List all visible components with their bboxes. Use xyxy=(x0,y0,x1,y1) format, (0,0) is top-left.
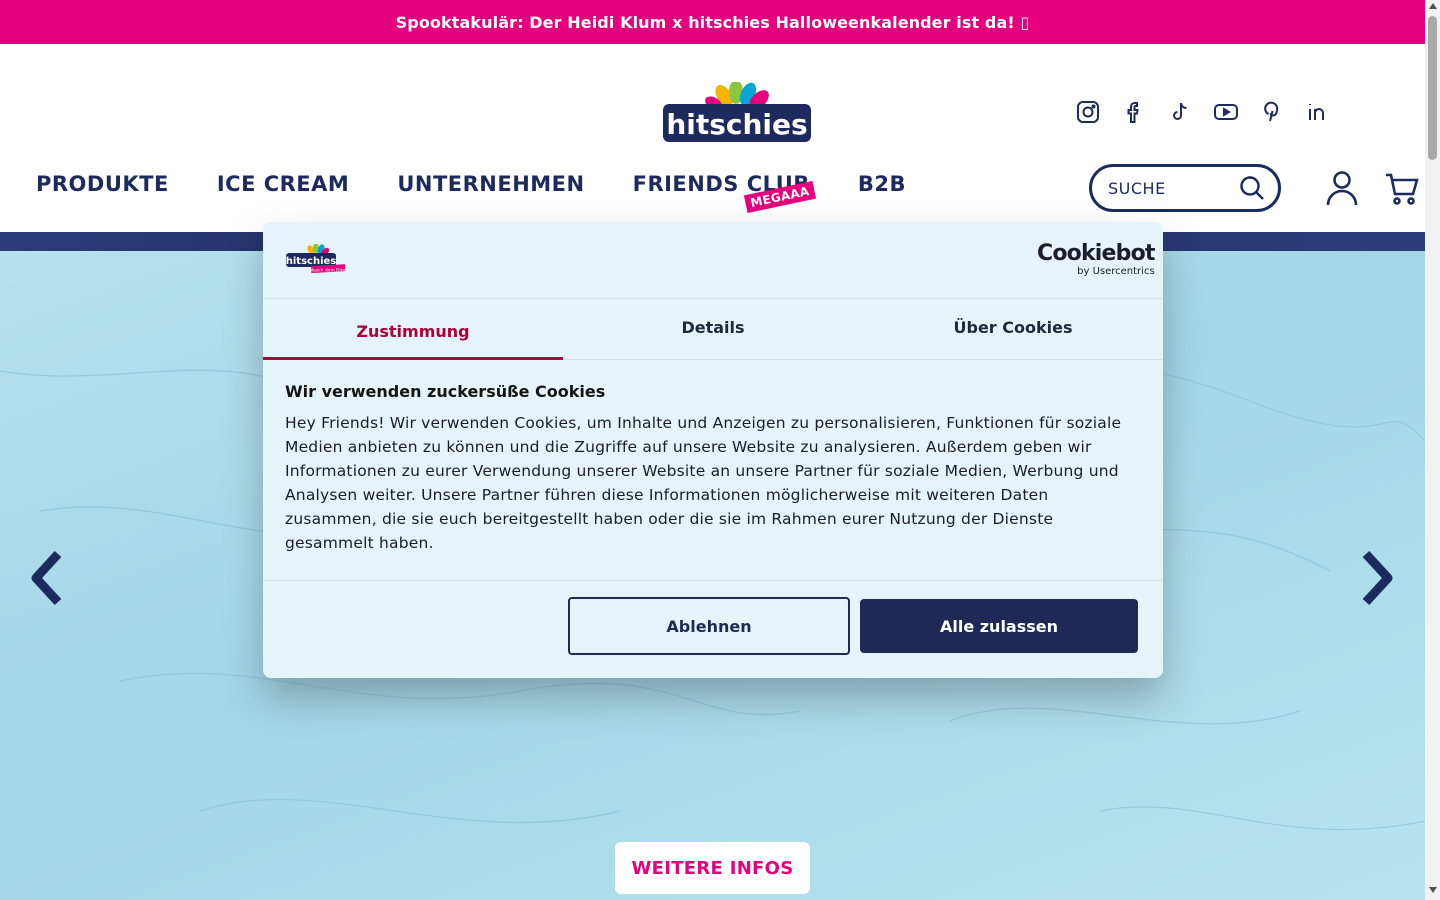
more-info-button[interactable]: WEITERE INFOS xyxy=(615,842,810,894)
announcement-text[interactable]: Spooktakulär: Der Heidi Klum x hitschies… xyxy=(396,13,1030,32)
decline-button[interactable]: Ablehnen xyxy=(568,597,850,655)
hitschies-logo[interactable]: hitschies xyxy=(662,82,812,144)
hitschies-small-logo: hitschies Nasch dein Ding xyxy=(286,244,347,274)
cookiebot-sub: by Usercentrics xyxy=(1077,266,1155,277)
cookie-description: Hey Friends! Wir verwenden Cookies, um I… xyxy=(285,414,1122,552)
tab-ueber-cookies[interactable]: Über Cookies xyxy=(863,299,1163,359)
main-nav: PRODUKTE ICE CREAM UNTERNEHMEN FRIENDS C… xyxy=(36,172,906,214)
cart-icon[interactable] xyxy=(1384,170,1420,206)
tab-zustimmung[interactable]: Zustimmung xyxy=(263,299,563,360)
social-links xyxy=(1075,99,1331,125)
cookie-title: Wir verwenden zuckersüße Cookies xyxy=(285,382,606,401)
page-scrollbar[interactable] xyxy=(1425,0,1440,900)
site-header: hitschies PRODUKTE ICE CREAM UNTERNEHMEN… xyxy=(0,44,1425,232)
nav-unternehmen[interactable]: UNTERNEHMEN xyxy=(397,172,584,196)
cookie-dialog-footer: Ablehnen Alle zulassen xyxy=(263,580,1163,678)
scroll-up-arrow[interactable] xyxy=(1429,3,1437,9)
cookie-dialog-body: Wir verwenden zuckersüße Cookies Hey Fri… xyxy=(285,382,1145,555)
facebook-icon[interactable] xyxy=(1121,99,1147,125)
search-field[interactable]: SUCHE xyxy=(1089,164,1281,212)
pinterest-icon[interactable] xyxy=(1259,99,1285,125)
scroll-thumb[interactable] xyxy=(1428,16,1437,160)
search-placeholder[interactable]: SUCHE xyxy=(1108,179,1232,198)
carousel-prev-arrow[interactable] xyxy=(28,550,68,606)
cookie-consent-dialog: hitschies Nasch dein Ding Cookiebot by U… xyxy=(263,222,1163,678)
nav-ice-cream[interactable]: ICE CREAM xyxy=(217,172,349,196)
carousel-next-arrow[interactable] xyxy=(1356,550,1396,606)
cookie-dialog-header: hitschies Nasch dein Ding Cookiebot by U… xyxy=(263,222,1163,299)
nav-b2b[interactable]: B2B xyxy=(858,172,906,196)
nav-friends-club[interactable]: FRIENDS CLUB MEGAAA xyxy=(633,172,816,214)
instagram-icon[interactable] xyxy=(1075,99,1101,125)
tab-details[interactable]: Details xyxy=(563,299,863,359)
scroll-down-arrow[interactable] xyxy=(1429,887,1437,893)
announcement-bar[interactable]: Spooktakulär: Der Heidi Klum x hitschies… xyxy=(0,0,1425,44)
account-icon[interactable] xyxy=(1325,170,1359,206)
svg-text:hitschies: hitschies xyxy=(666,108,807,141)
linkedin-icon[interactable] xyxy=(1305,99,1331,125)
nav-produkte[interactable]: PRODUKTE xyxy=(36,172,169,196)
cookie-tabs: Zustimmung Details Über Cookies xyxy=(263,299,1163,360)
cookiebot-name: Cookiebot xyxy=(1037,241,1155,266)
cookiebot-logo[interactable]: Cookiebot by Usercentrics xyxy=(1037,241,1155,278)
search-icon[interactable] xyxy=(1232,168,1272,208)
svg-text:Nasch dein Ding: Nasch dein Ding xyxy=(310,268,347,274)
tiktok-icon[interactable] xyxy=(1167,99,1193,125)
accept-all-button[interactable]: Alle zulassen xyxy=(860,599,1138,653)
youtube-icon[interactable] xyxy=(1213,99,1239,125)
